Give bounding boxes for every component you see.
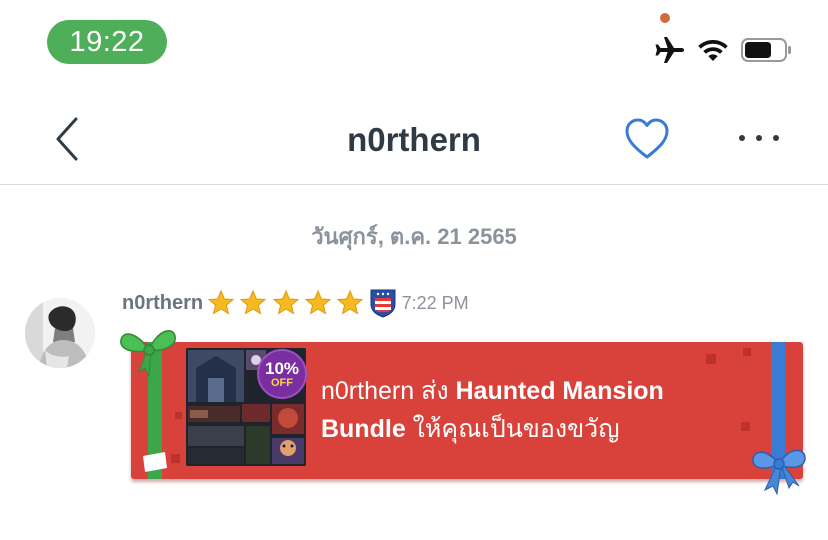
flag-shield-badge-icon — [370, 289, 396, 318]
star-icon — [337, 289, 364, 315]
sender-avatar[interactable] — [25, 298, 95, 368]
chat-screen: 19:22 n0rthern วันศุกร์, ต.ค. 21 2565 n0… — [0, 0, 828, 540]
discount-percent: 10% — [264, 358, 300, 378]
gift-suffix-text: ให้คุณเป็นของขวัญ — [412, 415, 620, 443]
gift-tag-icon — [143, 452, 167, 472]
star-icon — [304, 289, 332, 315]
date-separator: วันศุกร์, ต.ค. 21 2565 — [311, 224, 517, 249]
wifi-icon — [698, 40, 728, 61]
star-icon — [240, 289, 267, 315]
message-header: n0rthern 7:22 PM — [122, 288, 469, 318]
decor-square — [743, 348, 751, 356]
back-chevron-icon[interactable] — [52, 115, 86, 163]
bundle-name-line1: Haunted Mansion — [455, 377, 664, 405]
message-time: 7:22 PM — [401, 292, 469, 313]
conversation-title: n0rthern — [347, 121, 481, 158]
more-options-icon[interactable] — [737, 126, 781, 150]
airplane-mode-icon — [655, 37, 684, 63]
bundle-name-line2: Bundle — [321, 415, 406, 443]
green-bow-icon — [120, 330, 176, 378]
privacy-indicator-dot — [660, 13, 670, 23]
header-divider — [0, 184, 828, 185]
star-icon — [272, 289, 299, 315]
decor-square — [171, 454, 180, 463]
gift-message-text: n0rthern ส่ง Haunted Mansion Bundle ให้ค… — [321, 372, 761, 448]
decor-square — [706, 354, 716, 364]
gift-message-card[interactable]: 10% OFF n0rthern ส่ง Haunted Mansion Bun… — [120, 330, 806, 496]
heart-outline-icon[interactable] — [624, 117, 670, 161]
decor-square — [175, 412, 182, 419]
gift-sender-text: n0rthern ส่ง — [321, 377, 449, 405]
star-icon — [207, 289, 235, 315]
avatar-photo — [25, 298, 95, 368]
battery-icon — [741, 38, 791, 62]
blue-bow-icon — [752, 449, 806, 496]
sender-name[interactable]: n0rthern — [122, 292, 203, 315]
discount-off-label: OFF — [271, 376, 293, 389]
discount-badge: 10% OFF — [257, 349, 307, 399]
status-time[interactable]: 19:22 — [47, 20, 167, 64]
